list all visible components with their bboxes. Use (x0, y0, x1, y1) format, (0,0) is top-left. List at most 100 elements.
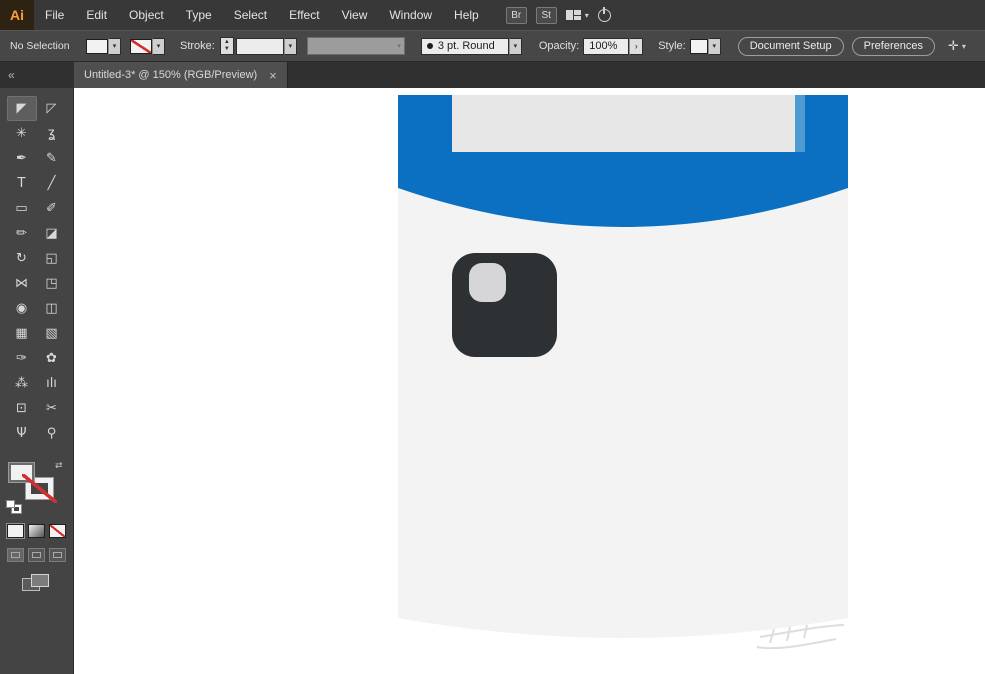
artwork-svg (398, 95, 848, 650)
chevron-down-icon[interactable]: ▾ (283, 37, 297, 55)
slice-tool[interactable]: ✂ (37, 396, 67, 421)
power-icon[interactable] (597, 6, 611, 22)
app-logo: Ai (0, 0, 34, 30)
pencil-tool[interactable]: ✏ (7, 221, 37, 246)
screen-mode-button[interactable] (22, 574, 52, 594)
line-segment-tool[interactable]: ╱ (37, 171, 67, 196)
eraser-tool[interactable]: ◪ (37, 221, 67, 246)
screen-shape[interactable] (452, 95, 795, 152)
stock-button[interactable]: St (535, 6, 557, 24)
chevron-down-icon[interactable]: ▾ (707, 37, 721, 55)
collapse-tools-panel[interactable]: « (0, 62, 74, 88)
chevron-down-icon[interactable]: ▾ (108, 37, 121, 55)
brush-definition-dropdown[interactable]: 3 pt. Round ▾ (420, 37, 522, 55)
document-setup-button[interactable]: Document Setup (737, 36, 844, 56)
menu-list: File Edit Object Type Select Effect View Window… (34, 0, 490, 30)
document-tab[interactable]: Untitled-3* @ 150% (RGB/Preview) × (74, 62, 288, 88)
paintbrush-tool[interactable]: ✐ (37, 196, 67, 221)
menu-window[interactable]: Window (378, 0, 443, 30)
rotate-tool[interactable]: ↻ (7, 246, 37, 271)
menu-bar: Ai File Edit Object Type Select Effect View Win… (0, 0, 985, 30)
preferences-button[interactable]: Preferences (851, 36, 935, 56)
eyedropper-tool[interactable]: ✑ (7, 346, 37, 371)
rectangle-tool[interactable]: ▭ (7, 196, 37, 221)
lasso-tool[interactable]: ʓ (37, 121, 67, 146)
column-graph-tool[interactable]: ılı (37, 371, 67, 396)
drawing-modes-row (7, 548, 66, 562)
fill-stroke-indicator: ⇄ (0, 460, 74, 520)
default-fill-stroke-icon[interactable] (6, 500, 22, 514)
stroke-width-dropdown[interactable]: ▾ (235, 37, 297, 55)
menu-type[interactable]: Type (175, 0, 223, 30)
workspace-icon (565, 10, 581, 20)
close-icon[interactable]: × (269, 69, 277, 82)
stroke-width-stepper[interactable]: ▲ ▼ (219, 37, 234, 55)
menu-effect[interactable]: Effect (278, 0, 330, 30)
menu-file[interactable]: File (34, 0, 75, 30)
gradient-tool[interactable]: ▧ (37, 321, 67, 346)
swap-fill-stroke-icon[interactable]: ⇄ (55, 460, 63, 471)
free-transform-tool[interactable]: ◳ (37, 271, 67, 296)
type-tool[interactable]: T (7, 171, 37, 196)
chevron-down-icon[interactable]: ▾ (508, 37, 522, 55)
menu-bar-right: Br St ▾ (505, 6, 611, 24)
blend-tool[interactable]: ✿ (37, 346, 67, 371)
workspace-switcher[interactable]: ▾ (565, 10, 589, 20)
style-dropdown[interactable]: ▾ (689, 37, 721, 55)
zoom-tool[interactable]: ⚲ (37, 421, 67, 446)
style-label: Style: (658, 40, 686, 52)
curvature-tool[interactable]: ✎ (37, 146, 67, 171)
selection-tool[interactable]: ◤ (6, 96, 37, 121)
width-tool[interactable]: ⋈ (7, 271, 37, 296)
align-options[interactable]: ✛ ▾ (948, 38, 966, 54)
none-button[interactable] (49, 524, 66, 538)
document-tab-title: Untitled-3* @ 150% (RGB/Preview) (84, 69, 258, 81)
mesh-tool[interactable]: ▦ (7, 321, 37, 346)
hand-tool[interactable]: Ψ (7, 421, 37, 446)
bridge-button[interactable]: Br (505, 6, 527, 24)
chevron-down-icon[interactable]: ▾ (152, 37, 165, 55)
brush-dot-icon (426, 43, 433, 49)
menu-help[interactable]: Help (443, 0, 490, 30)
menu-select[interactable]: Select (223, 0, 278, 30)
stepper-up-icon[interactable]: ▲ (224, 39, 230, 46)
draw-normal-button[interactable] (7, 548, 24, 562)
color-button[interactable] (7, 524, 24, 538)
collapse-icon: « (8, 68, 15, 82)
opacity-input[interactable]: 100% (583, 37, 630, 55)
brush-definition-value[interactable]: 3 pt. Round (420, 37, 509, 55)
control-bar: No Selection ▾ ▾ Stroke: ▲ ▼ ▾ ▾ 3 pt. R… (0, 30, 985, 62)
artboard-tool[interactable]: ⊡ (7, 396, 37, 421)
shape-builder-tool[interactable]: ◉ (7, 296, 37, 321)
camera-lens-shape[interactable] (469, 263, 506, 302)
scale-tool[interactable]: ◱ (37, 246, 67, 271)
screen-edge-shape[interactable] (795, 95, 805, 152)
fill-color-dropdown[interactable]: ▾ (86, 37, 121, 55)
fill-swatch-icon (86, 38, 108, 54)
opacity-popout-icon[interactable]: › (629, 37, 644, 55)
selection-status: No Selection (10, 40, 70, 52)
stroke-color-dropdown[interactable]: ▾ (130, 37, 165, 55)
magic-wand-tool[interactable]: ✳ (7, 121, 37, 146)
align-icon: ✛ (947, 38, 959, 53)
tools-panel: ◤ ◸ ✳ ʓ ✒ ✎ T ╱ ▭ ✐ ✏ ◪ ↻ ◱ ⋈ ◳ ◉ ◫ ▦ ▧ ✑ ✿ ⁂ ılı ⊡ ✂ Ψ ⚲ ⇄ (0, 88, 74, 674)
symbol-sprayer-tool[interactable]: ⁂ (7, 371, 37, 396)
menu-view[interactable]: View (331, 0, 379, 30)
tool-grid: ◤ ◸ ✳ ʓ ✒ ✎ T ╱ ▭ ✐ ✏ ◪ ↻ ◱ ⋈ ◳ ◉ ◫ ▦ ▧ ✑ ✿ ⁂ ılı ⊡ ✂ Ψ ⚲ (0, 96, 73, 446)
stepper-down-icon[interactable]: ▼ (224, 46, 230, 53)
draw-inside-button[interactable] (49, 548, 66, 562)
menu-edit[interactable]: Edit (75, 0, 118, 30)
draw-behind-button[interactable] (28, 548, 45, 562)
camera-square-shape[interactable] (452, 253, 557, 357)
direct-selection-tool[interactable]: ◸ (37, 96, 67, 121)
menu-object[interactable]: Object (118, 0, 175, 30)
pen-tool[interactable]: ✒ (7, 146, 37, 171)
opacity-control[interactable]: 100% › (583, 37, 644, 55)
chevron-down-icon: ▾ (584, 10, 589, 20)
gradient-button[interactable] (28, 524, 45, 538)
style-swatch-icon (689, 38, 708, 54)
perspective-grid-tool[interactable]: ◫ (37, 296, 67, 321)
canvas[interactable] (74, 88, 985, 674)
main-area: ◤ ◸ ✳ ʓ ✒ ✎ T ╱ ▭ ✐ ✏ ◪ ↻ ◱ ⋈ ◳ ◉ ◫ ▦ ▧ ✑ ✿ ⁂ ılı ⊡ ✂ Ψ ⚲ ⇄ (0, 88, 985, 674)
stroke-width-value[interactable] (235, 37, 284, 55)
